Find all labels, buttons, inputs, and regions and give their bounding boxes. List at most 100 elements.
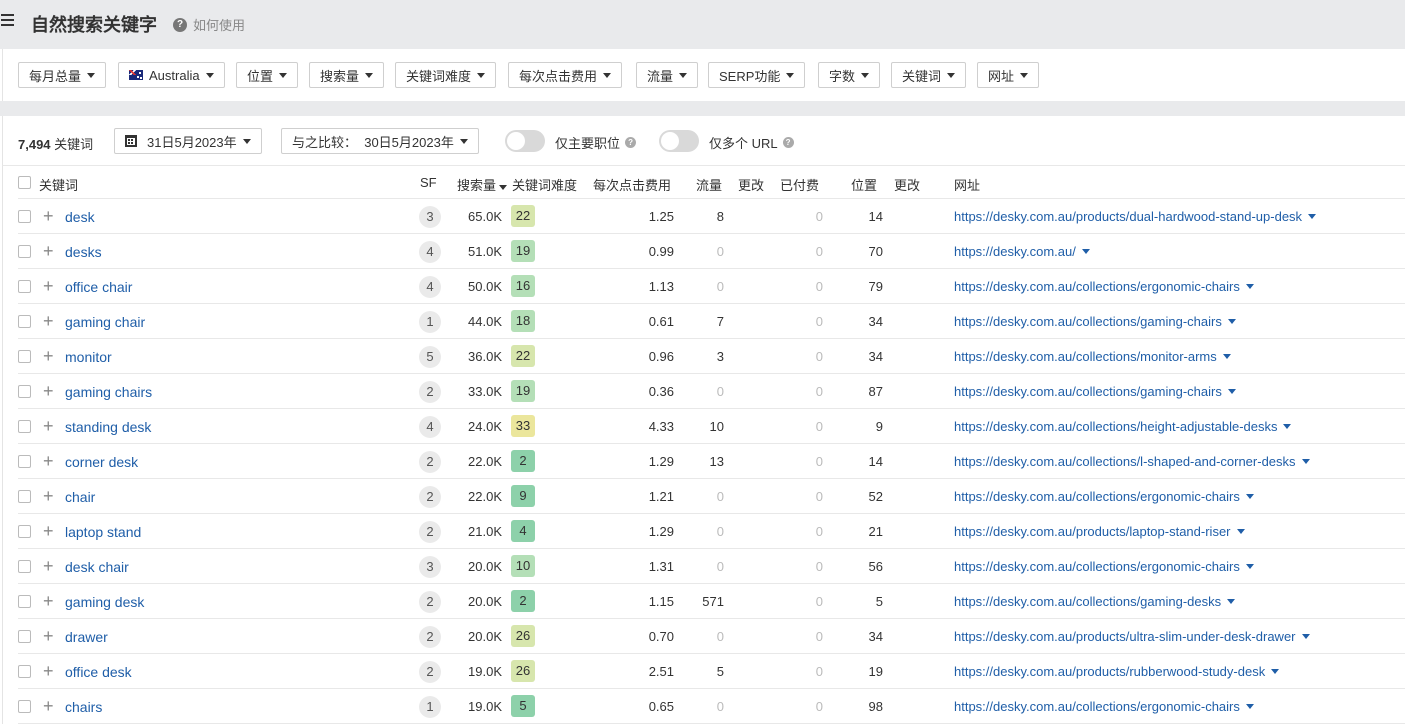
col-kd[interactable]: 关键词难度 [512, 175, 577, 194]
select-all-checkbox[interactable] [18, 176, 31, 189]
compare-date-picker[interactable]: 与之比较： 30日5月2023年 [281, 128, 479, 154]
add-to-list-icon[interactable]: + [43, 487, 54, 505]
ranking-url-link[interactable]: https://desky.com.au/products/laptop-sta… [954, 524, 1245, 539]
add-to-list-icon[interactable]: + [43, 417, 54, 435]
ranking-url-link[interactable]: https://desky.com.au/collections/gaming-… [954, 384, 1236, 399]
ranking-url-link[interactable]: https://desky.com.au/collections/ergonom… [954, 559, 1254, 574]
main-positions-toggle[interactable] [505, 130, 545, 152]
row-checkbox[interactable] [18, 385, 31, 398]
add-to-list-icon[interactable]: + [43, 242, 54, 260]
ranking-url-link[interactable]: https://desky.com.au/products/ultra-slim… [954, 629, 1310, 644]
add-to-list-icon[interactable]: + [43, 662, 54, 680]
serp-features-count[interactable]: 2 [419, 381, 441, 403]
ranking-url-link[interactable]: https://desky.com.au/products/rubberwood… [954, 664, 1280, 679]
row-checkbox[interactable] [18, 455, 31, 468]
add-to-list-icon[interactable]: + [43, 452, 54, 470]
filter-url[interactable]: 网址 [977, 62, 1040, 88]
keyword-link[interactable]: drawer [65, 629, 108, 645]
keyword-link[interactable]: corner desk [65, 454, 138, 470]
menu-icon[interactable] [1, 14, 15, 28]
filter-kd[interactable]: 关键词难度 [395, 62, 497, 88]
serp-features-count[interactable]: 3 [419, 206, 441, 228]
row-checkbox[interactable] [18, 245, 31, 258]
keyword-link[interactable]: chair [65, 489, 95, 505]
serp-features-count[interactable]: 2 [419, 591, 441, 613]
caret-down-icon[interactable] [1245, 704, 1254, 709]
row-checkbox[interactable] [18, 350, 31, 363]
row-checkbox[interactable] [18, 595, 31, 608]
keyword-link[interactable]: office desk [65, 664, 132, 680]
add-to-list-icon[interactable]: + [43, 697, 54, 715]
caret-down-icon[interactable] [1081, 249, 1090, 254]
col-sf[interactable]: SF [420, 175, 437, 190]
add-to-list-icon[interactable]: + [43, 592, 54, 610]
col-position-change[interactable]: 更改 [894, 175, 920, 194]
add-to-list-icon[interactable]: + [43, 347, 54, 365]
keyword-link[interactable]: desk chair [65, 559, 129, 575]
help-link[interactable]: ? 如何使用 [173, 15, 245, 34]
keyword-link[interactable]: desks [65, 244, 102, 260]
add-to-list-icon[interactable]: + [43, 557, 54, 575]
caret-down-icon[interactable] [1308, 214, 1317, 219]
ranking-url-link[interactable]: https://desky.com.au/collections/gaming-… [954, 594, 1236, 609]
filter-monthly-total[interactable]: 每月总量 [18, 62, 107, 88]
caret-down-icon[interactable] [1301, 634, 1310, 639]
keyword-link[interactable]: standing desk [65, 419, 151, 435]
caret-down-icon[interactable] [1301, 459, 1310, 464]
serp-features-count[interactable]: 4 [419, 276, 441, 298]
col-keyword[interactable]: 关键词 [39, 175, 78, 194]
col-volume[interactable]: 搜索量 [457, 175, 508, 194]
serp-features-count[interactable]: 4 [419, 416, 441, 438]
ranking-url-link[interactable]: https://desky.com.au/products/dual-hardw… [954, 209, 1317, 224]
keyword-link[interactable]: desk [65, 209, 95, 225]
ranking-url-link[interactable]: https://desky.com.au/ [954, 244, 1090, 259]
add-to-list-icon[interactable]: + [43, 277, 54, 295]
filter-serp-features[interactable]: SERP功能 [708, 62, 806, 88]
caret-down-icon[interactable] [1271, 669, 1280, 674]
serp-features-count[interactable]: 4 [419, 241, 441, 263]
keyword-link[interactable]: monitor [65, 349, 112, 365]
caret-down-icon[interactable] [1227, 319, 1236, 324]
question-circle-icon[interactable]: ? [625, 137, 637, 148]
add-to-list-icon[interactable]: + [43, 627, 54, 645]
filter-country[interactable]: Australia [118, 62, 225, 88]
row-checkbox[interactable] [18, 315, 31, 328]
row-checkbox[interactable] [18, 280, 31, 293]
serp-features-count[interactable]: 2 [419, 486, 441, 508]
caret-down-icon[interactable] [1283, 424, 1292, 429]
col-paid[interactable]: 已付费 [780, 175, 819, 194]
ranking-url-link[interactable]: https://desky.com.au/collections/ergonom… [954, 489, 1254, 504]
question-circle-icon[interactable]: ? [782, 137, 794, 148]
row-checkbox[interactable] [18, 420, 31, 433]
caret-down-icon[interactable] [1245, 284, 1254, 289]
col-cpc[interactable]: 每次点击费用 [593, 175, 671, 194]
ranking-url-link[interactable]: https://desky.com.au/collections/ergonom… [954, 699, 1254, 714]
filter-volume[interactable]: 搜索量 [309, 62, 385, 88]
col-position[interactable]: 位置 [851, 175, 877, 194]
caret-down-icon[interactable] [1245, 564, 1254, 569]
ranking-url-link[interactable]: https://desky.com.au/collections/gaming-… [954, 314, 1236, 329]
keyword-link[interactable]: gaming chair [65, 314, 145, 330]
add-to-list-icon[interactable]: + [43, 522, 54, 540]
caret-down-icon[interactable] [1227, 599, 1236, 604]
row-checkbox[interactable] [18, 490, 31, 503]
filter-position[interactable]: 位置 [236, 62, 299, 88]
col-url[interactable]: 网址 [954, 175, 980, 194]
caret-down-icon[interactable] [1245, 494, 1254, 499]
keyword-link[interactable]: laptop stand [65, 524, 141, 540]
serp-features-count[interactable]: 1 [419, 311, 441, 333]
filter-traffic[interactable]: 流量 [636, 62, 699, 88]
serp-features-count[interactable]: 2 [419, 521, 441, 543]
col-traffic[interactable]: 流量 [696, 175, 722, 194]
keyword-link[interactable]: office chair [65, 279, 132, 295]
ranking-url-link[interactable]: https://desky.com.au/collections/monitor… [954, 349, 1231, 364]
add-to-list-icon[interactable]: + [43, 207, 54, 225]
keyword-link[interactable]: gaming desk [65, 594, 144, 610]
row-checkbox[interactable] [18, 700, 31, 713]
row-checkbox[interactable] [18, 630, 31, 643]
row-checkbox[interactable] [18, 525, 31, 538]
row-checkbox[interactable] [18, 560, 31, 573]
filter-keyword[interactable]: 关键词 [891, 62, 967, 88]
multiple-urls-toggle[interactable] [659, 130, 699, 152]
keyword-link[interactable]: gaming chairs [65, 384, 152, 400]
